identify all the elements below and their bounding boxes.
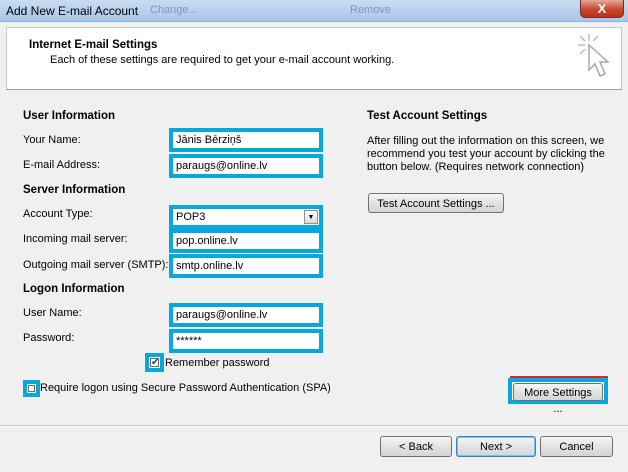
title-bar[interactable]: Add New E-mail Account Change... Remove …	[0, 0, 628, 22]
user-name-label: User Name:	[23, 307, 82, 319]
email-address-label: E-mail Address:	[23, 159, 101, 171]
spa-checkbox[interactable]	[23, 380, 40, 397]
header-divider	[6, 89, 622, 90]
account-type-dropdown[interactable]: POP3 ▼	[169, 205, 323, 229]
checkmark-icon: ✔	[150, 357, 160, 368]
server-information-heading: Server Information	[23, 184, 126, 196]
unchecked-box-icon	[28, 385, 35, 392]
your-name-field[interactable]: Jānis Bērziņš	[169, 128, 323, 152]
outgoing-server-label: Outgoing mail server (SMTP):	[23, 259, 169, 271]
logon-information-heading: Logon Information	[23, 283, 125, 295]
test-description-line-3: button below. (Requires network connecti…	[367, 161, 585, 173]
user-name-field[interactable]: paraugs@online.lv	[169, 303, 323, 327]
spa-label: Require logon using Secure Password Auth…	[40, 382, 331, 394]
incoming-server-label: Incoming mail server:	[23, 233, 128, 245]
password-field[interactable]: ******	[169, 329, 323, 353]
page-title: Internet E-mail Settings	[29, 39, 158, 51]
more-settings-button[interactable]: More Settings ...	[513, 383, 603, 415]
header-panel: Internet E-mail Settings Each of these s…	[6, 27, 622, 89]
cancel-button[interactable]: Cancel	[540, 436, 613, 457]
user-information-heading: User Information	[23, 110, 116, 122]
page-subtitle: Each of these settings are required to g…	[50, 54, 395, 66]
outgoing-server-field[interactable]: smtp.online.lv	[169, 254, 323, 278]
your-name-label: Your Name:	[23, 134, 81, 146]
more-settings-highlight: More Settings ...	[508, 378, 608, 415]
test-description-line-2: recommend you test your account by click…	[367, 148, 605, 160]
dropdown-arrow-icon[interactable]: ▼	[304, 210, 318, 224]
remember-password-label: Remember password	[165, 357, 270, 369]
remember-password-checkbox[interactable]: ✔	[145, 353, 164, 372]
next-button[interactable]: Next >	[456, 436, 536, 457]
cursor-click-icon	[578, 34, 610, 77]
background-toolbar-hint: Change...	[150, 4, 198, 16]
close-button[interactable]: X	[580, 0, 624, 18]
back-button[interactable]: < Back	[380, 436, 452, 457]
window-title: Add New E-mail Account	[6, 4, 139, 18]
background-toolbar-hint-2: Remove	[350, 4, 391, 16]
password-label: Password:	[23, 332, 75, 344]
close-icon: X	[597, 1, 607, 16]
email-address-field[interactable]: paraugs@online.lv	[169, 154, 323, 178]
test-account-heading: Test Account Settings	[367, 110, 488, 122]
incoming-server-field[interactable]: pop.online.lv	[169, 229, 323, 253]
footer-divider-highlight	[0, 426, 628, 427]
account-type-label: Account Type:	[23, 208, 93, 220]
test-account-settings-button[interactable]: Test Account Settings ...	[368, 193, 504, 213]
test-description-line-1: After filling out the information on thi…	[367, 135, 605, 147]
